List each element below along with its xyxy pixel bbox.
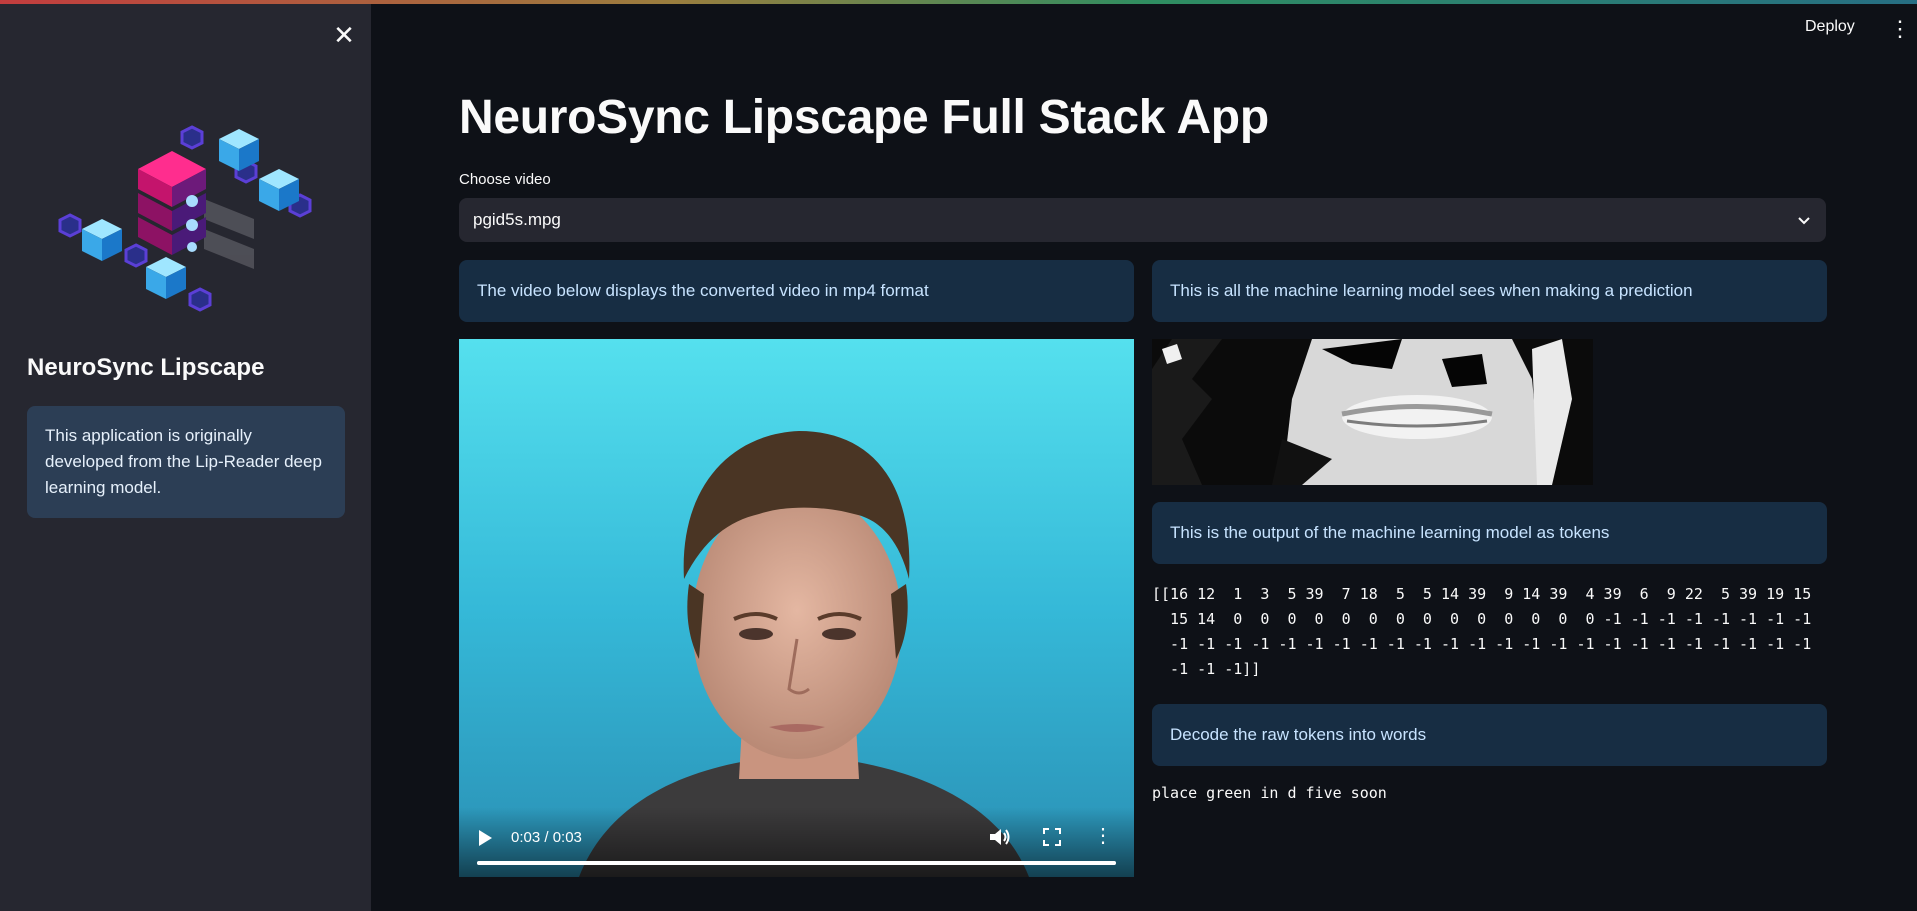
sidebar-title: NeuroSync Lipscape [27, 354, 265, 381]
video-controls: 0:03 / 0:03 ⋮ [459, 807, 1134, 877]
page-title: NeuroSync Lipscape Full Stack App [459, 91, 1269, 144]
video-progress-bar[interactable] [477, 861, 1116, 865]
video-frame-image [459, 339, 1134, 877]
video-select-label: Choose video [459, 171, 551, 188]
video-more-options-icon[interactable]: ⋮ [1093, 825, 1113, 847]
decoded-text-output: place green in d five soon [1152, 784, 1387, 802]
tokens-info-box: This is the output of the machine learni… [1152, 502, 1827, 564]
play-icon[interactable] [477, 829, 493, 847]
volume-icon[interactable] [989, 827, 1011, 847]
deploy-button[interactable]: Deploy [1805, 18, 1855, 36]
app-logo-image [54, 119, 320, 314]
video-time: 0:03 / 0:03 [511, 829, 582, 846]
decode-info-box: Decode the raw tokens into words [1152, 704, 1827, 766]
fullscreen-icon[interactable] [1043, 828, 1061, 846]
tokens-output: [[16 12 1 3 5 39 7 18 5 5 14 39 9 14 39 … [1152, 585, 1812, 678]
model-info-box: This is all the machine learning model s… [1152, 260, 1827, 322]
close-sidebar-button[interactable]: ✕ [329, 20, 359, 50]
sidebar-info-box: This application is originally developed… [27, 406, 345, 518]
video-player[interactable]: 0:03 / 0:03 ⋮ [459, 339, 1134, 877]
video-select[interactable]: pgid5s.mpg [459, 198, 1826, 242]
chevron-down-icon [1798, 217, 1810, 225]
model-input-frame-image [1152, 339, 1593, 485]
main-menu-button[interactable]: ⋮ [1889, 14, 1911, 44]
video-progress-fill [477, 861, 1116, 865]
video-select-value: pgid5s.mpg [473, 210, 561, 229]
video-info-box: The video below displays the converted v… [459, 260, 1134, 322]
sidebar: ✕ NeuroSync Lipscape This application is… [0, 4, 371, 911]
